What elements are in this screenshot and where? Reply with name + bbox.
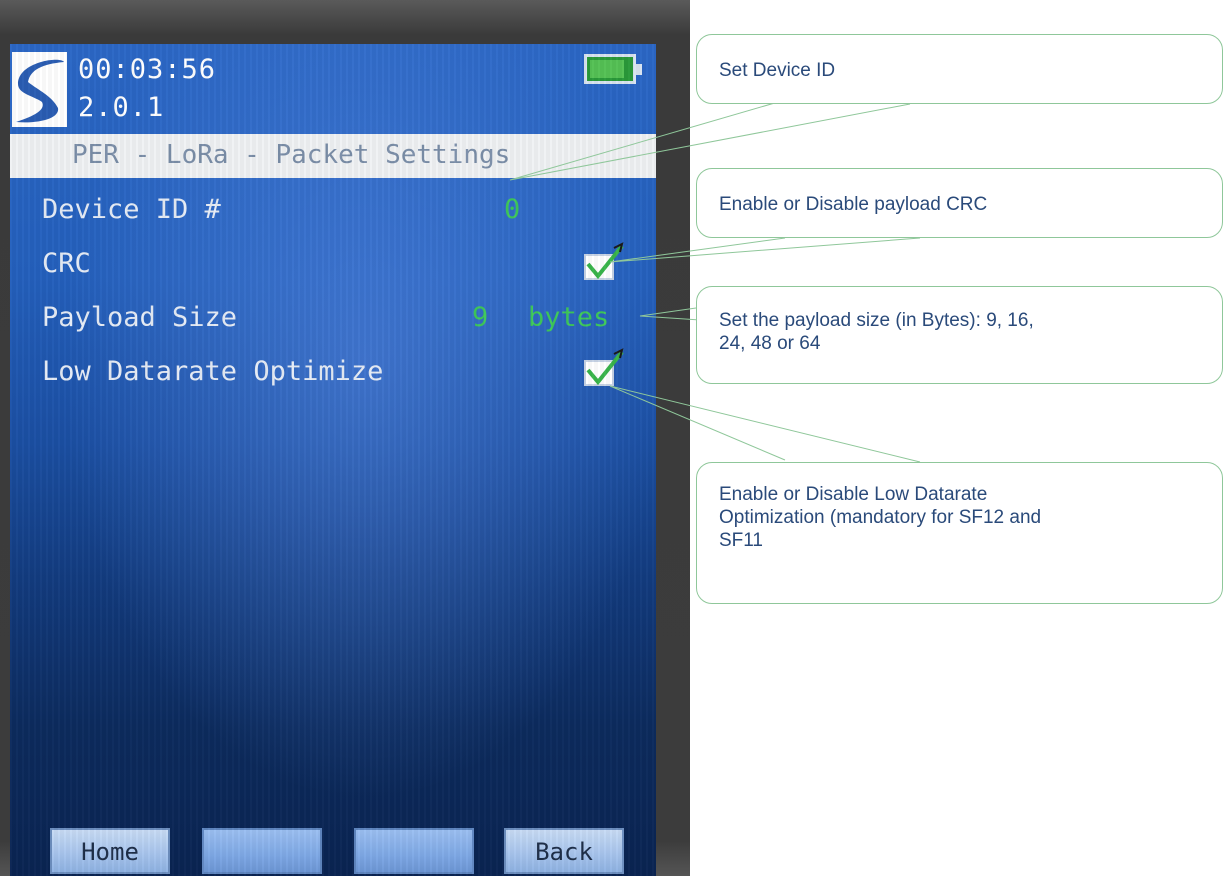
device-id-value[interactable]: 0 <box>504 194 520 225</box>
payload-size-label: Payload Size <box>42 302 238 333</box>
screen-title: PER - LoRa - Packet Settings <box>72 140 511 170</box>
callout-payload-text-1: Set the payload size (in Bytes): 9, 16, <box>719 310 1034 331</box>
device-id-label: Device ID # <box>42 194 221 225</box>
callout-ldro-text-1: Enable or Disable Low Datarate <box>719 484 988 505</box>
callout-payload-text-2: 24, 48 or 64 <box>719 333 821 354</box>
checkmark-icon <box>586 242 624 280</box>
crc-label: CRC <box>42 248 91 279</box>
back-softkey[interactable]: Back <box>504 828 624 874</box>
home-softkey[interactable]: Home <box>50 828 170 874</box>
softkey-3[interactable] <box>354 828 474 874</box>
callout-ldro-text-3: SF11 <box>719 530 764 551</box>
callout-device-id-text: Set Device ID <box>719 60 836 81</box>
callout-device-id: Set Device ID <box>696 34 1223 104</box>
callout-ldro-text-2: Optimization (mandatory for SF12 and <box>719 507 1042 528</box>
semtech-logo <box>12 52 67 127</box>
battery-icon <box>584 54 642 84</box>
battery-level <box>590 60 624 78</box>
firmware-version: 2.0.1 <box>78 92 165 123</box>
softkey-2[interactable] <box>202 828 322 874</box>
callout-payload-size: Set the payload size (in Bytes): 9, 16, … <box>696 286 1223 384</box>
payload-size-unit: bytes <box>528 302 610 333</box>
device-bezel: 00:03:56 2.0.1 PER - LoRa - Packet Setti… <box>0 0 690 876</box>
callout-ldro: Enable or Disable Low Datarate Optimizat… <box>696 462 1223 604</box>
clock-readout: 00:03:56 <box>78 54 217 85</box>
ldro-label: Low Datarate Optimize <box>42 356 384 387</box>
screen-title-bar: PER - LoRa - Packet Settings <box>10 134 656 178</box>
payload-size-value[interactable]: 9 <box>472 302 488 333</box>
checkmark-icon <box>586 348 624 386</box>
ldro-checkbox[interactable] <box>584 348 624 386</box>
device-screen: 00:03:56 2.0.1 PER - LoRa - Packet Setti… <box>10 44 656 876</box>
callout-crc-text: Enable or Disable payload CRC <box>719 194 988 215</box>
crc-checkbox[interactable] <box>584 242 624 280</box>
callout-crc: Enable or Disable payload CRC <box>696 168 1223 238</box>
